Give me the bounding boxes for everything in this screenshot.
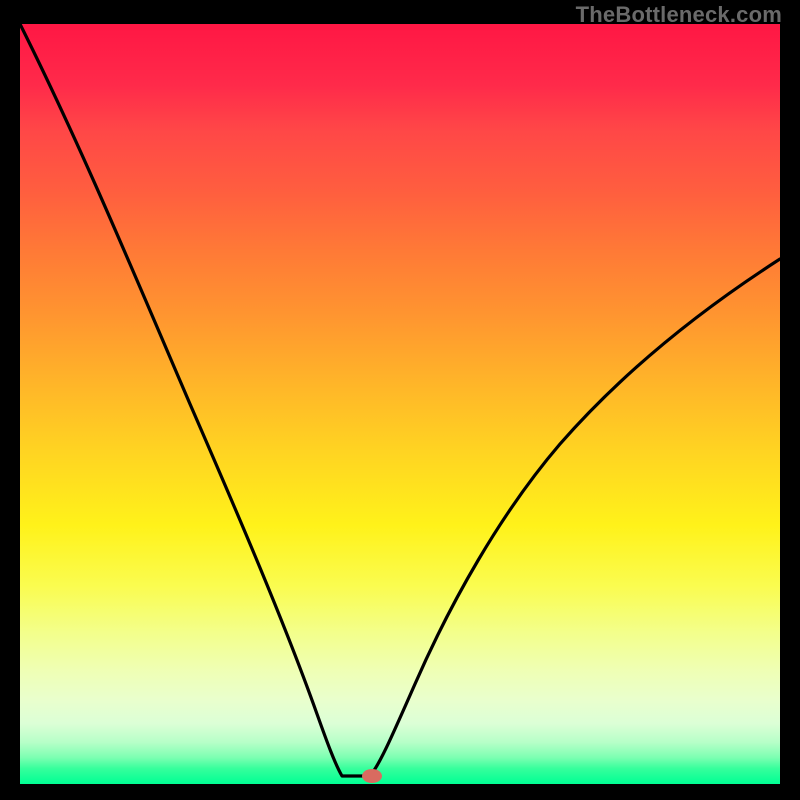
curve-left-branch	[20, 24, 370, 776]
watermark-text: TheBottleneck.com	[576, 2, 782, 28]
frame-border-left	[0, 0, 20, 800]
frame-border-right	[780, 0, 800, 800]
curve-right-branch	[370, 259, 780, 776]
bottleneck-curve	[20, 24, 780, 784]
chart-frame: TheBottleneck.com	[0, 0, 800, 800]
frame-border-bottom	[0, 784, 800, 800]
optimal-point-marker	[362, 769, 382, 783]
plot-area	[20, 24, 780, 784]
